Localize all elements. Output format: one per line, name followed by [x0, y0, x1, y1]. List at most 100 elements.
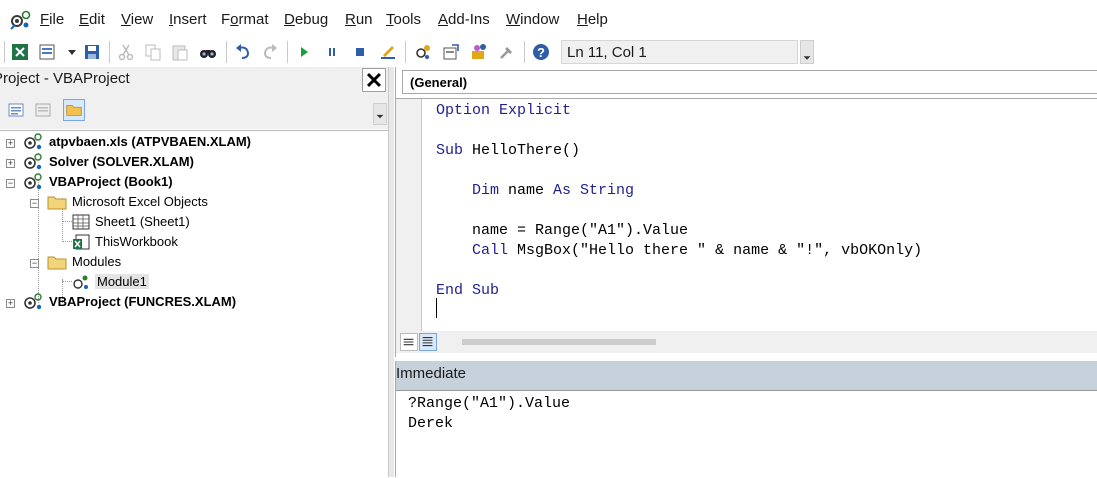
close-project-explorer-button[interactable]: ✕ [362, 68, 386, 93]
paste-icon[interactable] [170, 42, 190, 62]
insert-dropdown-icon[interactable] [62, 42, 76, 62]
collapse-icon[interactable]: − [30, 259, 39, 268]
expand-icon[interactable]: + [6, 159, 15, 168]
code-line[interactable]: Dim name As String [436, 181, 634, 201]
code-line[interactable]: Sub HelloThere() [436, 141, 580, 161]
text-caret [436, 298, 437, 318]
excel-view-icon[interactable] [10, 42, 30, 62]
tree-item-module1[interactable]: Module1 [0, 272, 388, 292]
immediate-line[interactable]: ?Range("A1").Value [408, 394, 570, 414]
tree-item-funcres[interactable]: + VBAProject (FUNCRES.XLAM) [0, 292, 388, 312]
code-line[interactable]: name = Range("A1").Value [436, 221, 688, 241]
collapse-icon[interactable]: − [30, 199, 39, 208]
tree-item-label: Sheet1 (Sheet1) [95, 214, 190, 229]
menu-insert[interactable]: Insert [169, 11, 207, 28]
procedure-view-button[interactable] [400, 333, 418, 351]
toolbar-separator [524, 41, 525, 63]
vba-project-icon [24, 173, 42, 190]
menu-format[interactable]: Format [221, 11, 269, 28]
code-window: (General) Option Explicit Sub HelloThere… [395, 67, 1097, 357]
horizontal-scrollbar-thumb[interactable] [462, 339, 656, 345]
view-object-icon [35, 103, 51, 117]
reset-icon[interactable] [350, 42, 370, 62]
tree-item-solver[interactable]: + Solver (SOLVER.XLAM) [0, 152, 388, 172]
code-margin-indicator-bar[interactable] [396, 99, 422, 332]
menu-add-ins[interactable]: Add-Ins [438, 11, 490, 28]
break-icon[interactable] [322, 42, 342, 62]
toolbar-separator [109, 41, 110, 63]
view-code-button[interactable] [5, 99, 27, 121]
menu-help[interactable]: Help [577, 11, 608, 28]
code-line[interactable]: Option Explicit [436, 101, 571, 121]
pane-splitter[interactable] [388, 67, 394, 477]
object-combo-value: (General) [410, 75, 468, 90]
vba-project-icon [24, 133, 42, 150]
tree-item-excel-objects[interactable]: − Microsoft Excel Objects [0, 192, 388, 212]
menu-window[interactable]: Window [506, 11, 559, 28]
tree-item-sheet1[interactable]: Sheet1 (Sheet1) [0, 212, 388, 232]
project-explorer-toolbar [0, 93, 390, 129]
collapse-icon[interactable]: − [6, 179, 15, 188]
chevron-down-icon [803, 56, 811, 60]
toggle-folders-button[interactable] [63, 99, 85, 121]
immediate-window-body[interactable]: ?Range("A1").Value Derek [396, 390, 1097, 478]
tree-item-label: VBAProject (FUNCRES.XLAM) [49, 294, 237, 309]
standard-toolbar: ? Ln 11, Col 1 [0, 38, 1097, 67]
properties-window-icon[interactable] [441, 42, 461, 62]
vba-project-icon [24, 293, 42, 310]
project-explorer-icon[interactable] [413, 42, 433, 62]
tree-item-label: Module1 [95, 274, 149, 289]
tree-item-label: VBAProject (Book1) [49, 174, 173, 189]
run-icon[interactable] [294, 42, 314, 62]
vba-app-icon[interactable] [8, 9, 32, 31]
toolbox-icon[interactable] [497, 42, 517, 62]
chevron-down-icon [376, 114, 384, 119]
expand-icon[interactable]: + [6, 299, 15, 308]
undo-icon[interactable] [233, 42, 253, 62]
toolbar-options-dropdown[interactable] [800, 40, 814, 64]
menu-debug[interactable]: Debug [284, 11, 328, 28]
workbook-icon [73, 234, 90, 250]
cut-icon[interactable] [116, 42, 136, 62]
immediate-window-title: Immediate [396, 365, 467, 382]
tree-item-label: ThisWorkbook [95, 234, 178, 249]
tree-item-vbaproject-book1[interactable]: − VBAProject (Book1) [0, 172, 388, 192]
design-mode-icon[interactable] [378, 42, 398, 62]
tree-item-modules[interactable]: − Modules [0, 252, 388, 272]
tree-item-thisworkbook[interactable]: ThisWorkbook [0, 232, 388, 252]
redo-icon[interactable] [260, 42, 280, 62]
menu-run[interactable]: Run [345, 11, 373, 28]
project-toolbar-dropdown[interactable] [373, 103, 387, 125]
tree-item-atpvbaen[interactable]: + atpvbaen.xls (ATPVBAEN.XLAM) [0, 132, 388, 152]
menu-bar: File Edit View Insert Format Debug Run T… [0, 0, 1097, 38]
tree-item-label: atpvbaen.xls (ATPVBAEN.XLAM) [49, 134, 252, 149]
tree-item-label: Modules [72, 254, 122, 269]
vba-project-icon [24, 153, 42, 170]
code-line[interactable]: End Sub [436, 281, 499, 301]
folder-icon [66, 105, 82, 116]
worksheet-icon [72, 214, 90, 230]
menu-view[interactable]: View [121, 11, 153, 28]
full-module-view-button[interactable] [419, 333, 437, 351]
help-icon[interactable]: ? [531, 42, 551, 62]
code-line[interactable]: Call MsgBox("Hello there " & name & "!",… [436, 241, 922, 261]
insert-module-icon[interactable] [38, 42, 58, 62]
code-editor[interactable]: Option Explicit Sub HelloThere() Dim nam… [396, 98, 1097, 332]
menu-edit[interactable]: Edit [79, 11, 105, 28]
code-window-footer [396, 331, 1097, 353]
expand-icon[interactable]: + [6, 139, 15, 148]
project-explorer-title: Project - VBAProject [0, 70, 130, 87]
object-browser-icon[interactable] [469, 42, 489, 62]
svg-text:?: ? [537, 45, 545, 60]
view-object-button[interactable] [32, 99, 54, 121]
menu-file[interactable]: File [40, 11, 64, 28]
project-explorer-header: Project - VBAProject ✕ [0, 67, 390, 93]
find-icon[interactable] [198, 42, 218, 62]
project-explorer-pane: Project - VBAProject ✕ + atpvbaen.xls (A… [0, 67, 390, 477]
save-icon[interactable] [82, 42, 102, 62]
immediate-line[interactable]: Derek [408, 414, 453, 434]
menu-tools[interactable]: Tools [386, 11, 421, 28]
toolbar-grip[interactable] [4, 41, 5, 63]
object-combo-box[interactable]: (General) [402, 70, 1097, 94]
copy-icon[interactable] [143, 42, 163, 62]
